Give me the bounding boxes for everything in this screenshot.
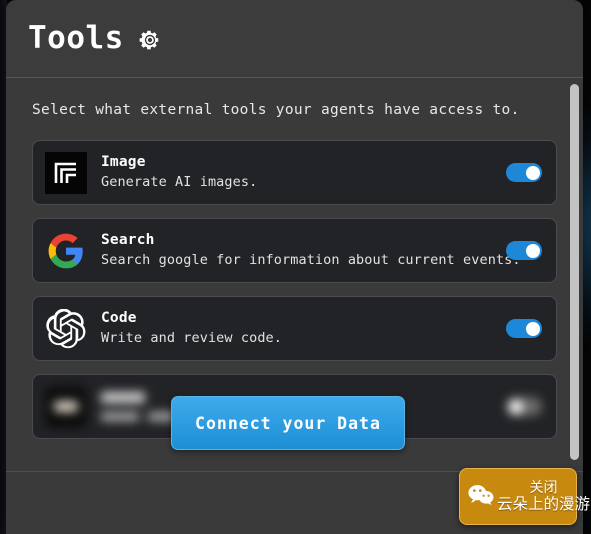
wechat-badge-line2: 云朵上的漫游 xyxy=(497,494,591,513)
connect-your-data-button[interactable]: Connect your Data xyxy=(171,396,405,450)
toggle-knob xyxy=(525,243,540,258)
blurred-icon-blob xyxy=(54,401,78,412)
toggle-knob xyxy=(508,399,523,414)
modal-header: Tools xyxy=(6,0,583,78)
gear-icon[interactable] xyxy=(138,28,162,52)
tool-text-code: Code Write and review code. xyxy=(101,309,506,347)
tool-description: Generate AI images. xyxy=(101,173,258,190)
toggle-knob xyxy=(525,165,540,180)
blurred-icon-square xyxy=(45,385,87,428)
vertical-scrollbar[interactable] xyxy=(570,84,579,465)
tool-toggle-locked[interactable] xyxy=(506,397,542,416)
tool-toggle-code[interactable] xyxy=(506,319,542,338)
tool-description: Search google for information about curr… xyxy=(101,251,521,268)
tool-text-search: Search Search google for information abo… xyxy=(101,231,521,269)
tools-modal: Tools Select what external tools your ag… xyxy=(6,0,583,534)
tool-text-image: Image Generate AI images. xyxy=(101,153,506,191)
tool-row-search[interactable]: Search Search google for information abo… xyxy=(32,218,557,283)
tool-name: Code xyxy=(101,310,137,327)
tool-name: Search xyxy=(101,232,155,249)
panel-description: Select what external tools your agents h… xyxy=(32,102,520,118)
blurred-icon xyxy=(45,385,87,428)
google-logo-icon xyxy=(45,230,87,272)
wechat-close-badge[interactable]: 关闭 云朵上的漫游 xyxy=(459,468,590,525)
tool-row-image[interactable]: Image Generate AI images. xyxy=(32,140,557,205)
wechat-badge-line1: 关闭 xyxy=(529,480,558,497)
tool-toggle-search[interactable] xyxy=(506,241,542,260)
toggle-knob xyxy=(525,321,540,336)
tool-toggle-image[interactable] xyxy=(506,163,542,182)
wechat-badge-text: 关闭 云朵上的漫游 xyxy=(497,481,590,512)
blurred-tool-name xyxy=(101,392,145,403)
image-generator-icon xyxy=(45,151,87,194)
openai-logo-icon xyxy=(45,308,87,350)
tool-description: Write and review code. xyxy=(101,329,283,346)
scrollbar-thumb[interactable] xyxy=(570,84,579,460)
page-title: Tools xyxy=(28,20,124,56)
wechat-logo-icon xyxy=(467,483,495,511)
tool-row-code[interactable]: Code Write and review code. xyxy=(32,296,557,361)
blurred-text-chunk xyxy=(101,412,139,421)
tool-name: Image xyxy=(101,154,146,171)
